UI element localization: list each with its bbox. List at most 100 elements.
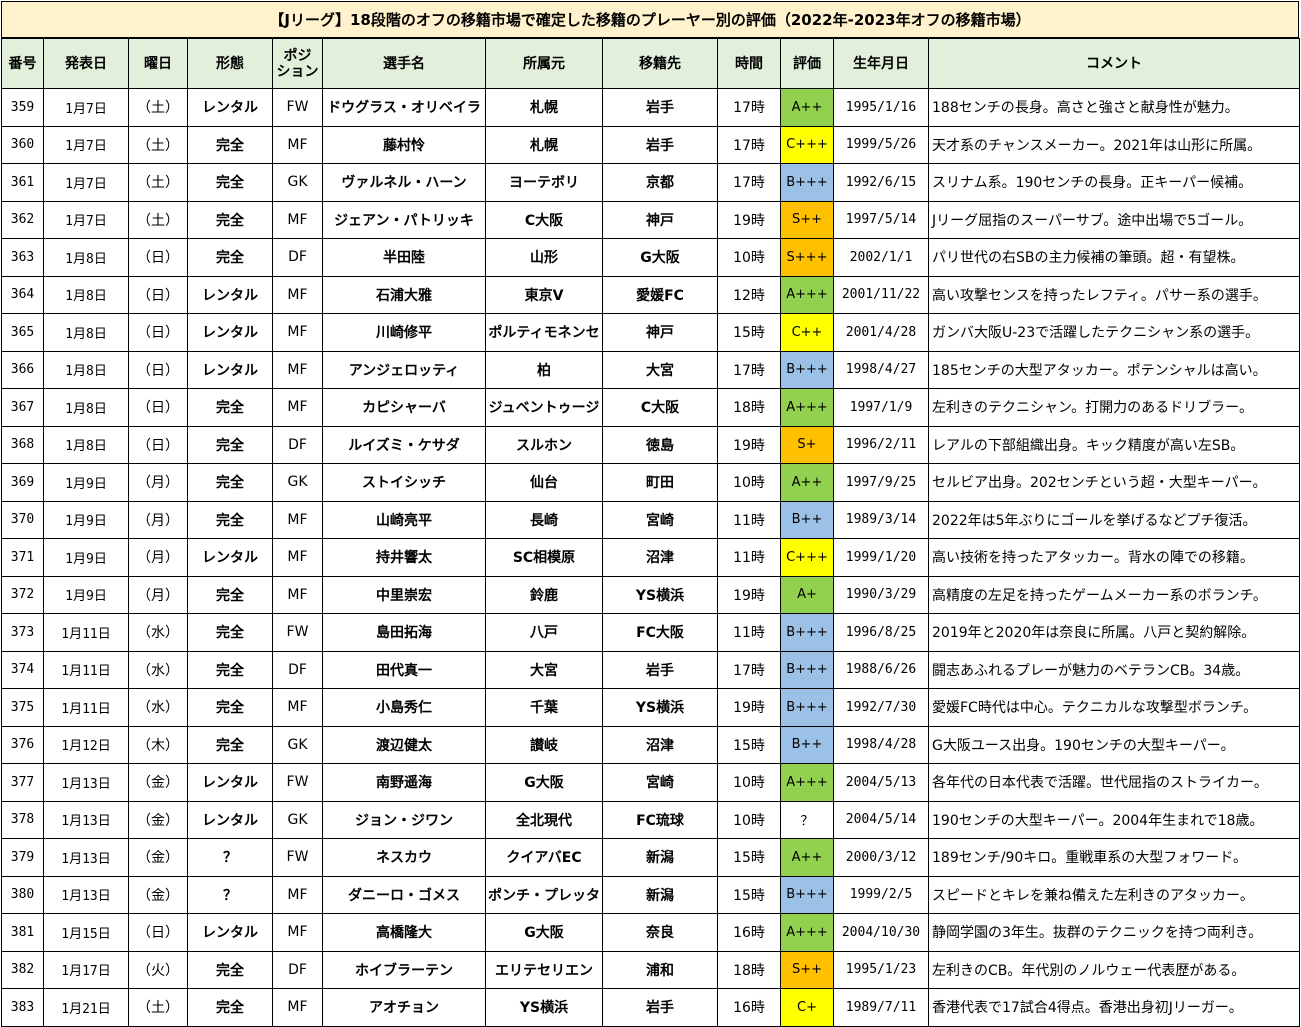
- cell-weekday: （土）: [128, 88, 188, 127]
- cell-number: 382: [1, 950, 44, 989]
- cell-player-name: 小島秀仁: [322, 688, 486, 727]
- cell-number: 378: [1, 800, 44, 839]
- table-row: 374 1月11日 （水） 完全 DF 田代真一 大宮 岩手 17時 B+++ 1988/6/26 闘…: [1, 650, 1300, 689]
- cell-weekday: （日）: [128, 275, 188, 314]
- cell-number: 381: [1, 913, 44, 952]
- cell-number: 365: [1, 313, 44, 352]
- cell-position: DF: [272, 238, 323, 277]
- cell-number: 380: [1, 875, 44, 914]
- cell-player-name: ジョン・ジワン: [322, 800, 486, 839]
- cell-comment: 高精度の左足を持ったゲームメーカー系のボランチ。: [928, 575, 1300, 614]
- cell-from-club: ポルティモネンセ: [485, 313, 603, 352]
- table-row: 369 1月9日 （月） 完全 GK ストイシッチ 仙台 町田 10時 A++ 1997/9/25 セ…: [1, 463, 1300, 502]
- table-row: 364 1月8日 （日） レンタル MF 石浦大雅 東京V 愛媛FC 12時 A+++ 2001/1…: [1, 275, 1300, 314]
- cell-rating: B+++: [780, 163, 834, 202]
- cell-to-club: 奈良: [602, 913, 718, 952]
- cell-transfer-type: レンタル: [187, 350, 273, 389]
- header-number: 番号: [1, 38, 44, 89]
- cell-time: 10時: [717, 800, 781, 839]
- cell-transfer-type: レンタル: [187, 88, 273, 127]
- table-row: 370 1月9日 （月） 完全 MF 山崎亮平 長崎 宮崎 11時 B++ 1989/3/14 202…: [1, 500, 1300, 539]
- cell-announce-date: 1月8日: [43, 238, 129, 277]
- cell-to-club: 町田: [602, 463, 718, 502]
- header-weekday: 曜日: [128, 38, 188, 89]
- cell-comment: 闘志あふれるプレーが魅力のベテランCB。34歳。: [928, 650, 1300, 689]
- cell-time: 19時: [717, 425, 781, 464]
- cell-number: 363: [1, 238, 44, 277]
- cell-to-club: FC琉球: [602, 800, 718, 839]
- cell-announce-date: 1月9日: [43, 538, 129, 577]
- table-body: 359 1月7日 （土） レンタル FW ドウグラス・オリベイラ 札幌 岩手 17時 A++ 199…: [1, 88, 1300, 1027]
- cell-player-name: ヴァルネル・ハーン: [322, 163, 486, 202]
- cell-comment: 2022年は5年ぶりにゴールを挙げるなどプチ復活。: [928, 500, 1300, 539]
- cell-position: DF: [272, 425, 323, 464]
- cell-player-name: 島田拓海: [322, 613, 486, 652]
- cell-announce-date: 1月7日: [43, 88, 129, 127]
- cell-to-club: 大宮: [602, 350, 718, 389]
- cell-comment: 190センチの大型キーパー。2004年生まれで18歳。: [928, 800, 1300, 839]
- cell-birthdate: 1999/5/26: [833, 125, 929, 164]
- cell-announce-date: 1月11日: [43, 650, 129, 689]
- cell-time: 11時: [717, 538, 781, 577]
- header-announce-date: 発表日: [43, 38, 129, 89]
- cell-birthdate: 1998/4/27: [833, 350, 929, 389]
- cell-announce-date: 1月9日: [43, 575, 129, 614]
- cell-from-club: 讃岐: [485, 725, 603, 764]
- cell-time: 17時: [717, 125, 781, 164]
- cell-weekday: （水）: [128, 650, 188, 689]
- cell-weekday: （月）: [128, 500, 188, 539]
- cell-weekday: （火）: [128, 950, 188, 989]
- header-rating: 評価: [780, 38, 834, 89]
- cell-weekday: （日）: [128, 425, 188, 464]
- cell-time: 19時: [717, 575, 781, 614]
- cell-to-club: 岩手: [602, 988, 718, 1027]
- table-row: 362 1月7日 （土） 完全 MF ジェアン・パトリッキ C大阪 神戸 19時 S++ 1997/…: [1, 200, 1300, 239]
- cell-time: 18時: [717, 388, 781, 427]
- cell-position: FW: [272, 838, 323, 877]
- cell-position: MF: [272, 388, 323, 427]
- table-row: 359 1月7日 （土） レンタル FW ドウグラス・オリベイラ 札幌 岩手 17時 A++ 199…: [1, 88, 1300, 127]
- cell-time: 15時: [717, 838, 781, 877]
- cell-player-name: ジェアン・パトリッキ: [322, 200, 486, 239]
- cell-to-club: YS横浜: [602, 688, 718, 727]
- cell-to-club: 宮崎: [602, 763, 718, 802]
- cell-rating: B+++: [780, 650, 834, 689]
- cell-to-club: 岩手: [602, 650, 718, 689]
- table-row: 361 1月7日 （土） 完全 GK ヴァルネル・ハーン ヨーテボリ 京都 17時 B+++ 199…: [1, 163, 1300, 202]
- table-header-row: 番号 発表日 曜日 形態 ポジ ション 選手名 所属元 移籍先 時間 評価 生年月日 コメント: [1, 38, 1300, 89]
- cell-transfer-type: 完全: [187, 950, 273, 989]
- cell-position: MF: [272, 200, 323, 239]
- table-row: 376 1月12日 （木） 完全 GK 渡辺健太 讃岐 沼津 15時 B++ 1998/4/28 G大…: [1, 725, 1300, 764]
- cell-weekday: （月）: [128, 538, 188, 577]
- table-row: 375 1月11日 （水） 完全 MF 小島秀仁 千葉 YS横浜 19時 B+++ 1992/7/3…: [1, 688, 1300, 727]
- table-row: 365 1月8日 （日） レンタル MF 川崎修平 ポルティモネンセ 神戸 15時 C++ 2001…: [1, 313, 1300, 352]
- cell-player-name: ホイブラーテン: [322, 950, 486, 989]
- cell-weekday: （水）: [128, 613, 188, 652]
- cell-comment: 189センチ/90キロ。重戦車系の大型フォワード。: [928, 838, 1300, 877]
- cell-time: 10時: [717, 463, 781, 502]
- cell-announce-date: 1月8日: [43, 425, 129, 464]
- cell-announce-date: 1月11日: [43, 613, 129, 652]
- cell-position: GK: [272, 800, 323, 839]
- table-row: 360 1月7日 （土） 完全 MF 藤村怜 札幌 岩手 17時 C+++ 1999/5/26 天才系…: [1, 125, 1300, 164]
- cell-from-club: 柏: [485, 350, 603, 389]
- cell-number: 377: [1, 763, 44, 802]
- cell-announce-date: 1月13日: [43, 875, 129, 914]
- cell-rating: S++: [780, 200, 834, 239]
- cell-birthdate: 1997/1/9: [833, 388, 929, 427]
- cell-rating: C+: [780, 988, 834, 1027]
- cell-time: 15時: [717, 313, 781, 352]
- cell-player-name: 南野遥海: [322, 763, 486, 802]
- cell-announce-date: 1月8日: [43, 275, 129, 314]
- cell-transfer-type: レンタル: [187, 763, 273, 802]
- cell-announce-date: 1月12日: [43, 725, 129, 764]
- cell-from-club: 大宮: [485, 650, 603, 689]
- cell-birthdate: 1996/2/11: [833, 425, 929, 464]
- cell-comment: G大阪ユース出身。190センチの大型キーパー。: [928, 725, 1300, 764]
- cell-birthdate: 1989/3/14: [833, 500, 929, 539]
- cell-transfer-type: 完全: [187, 425, 273, 464]
- cell-transfer-type: レンタル: [187, 538, 273, 577]
- cell-from-club: SC相模原: [485, 538, 603, 577]
- cell-rating: B++: [780, 725, 834, 764]
- cell-weekday: （金）: [128, 875, 188, 914]
